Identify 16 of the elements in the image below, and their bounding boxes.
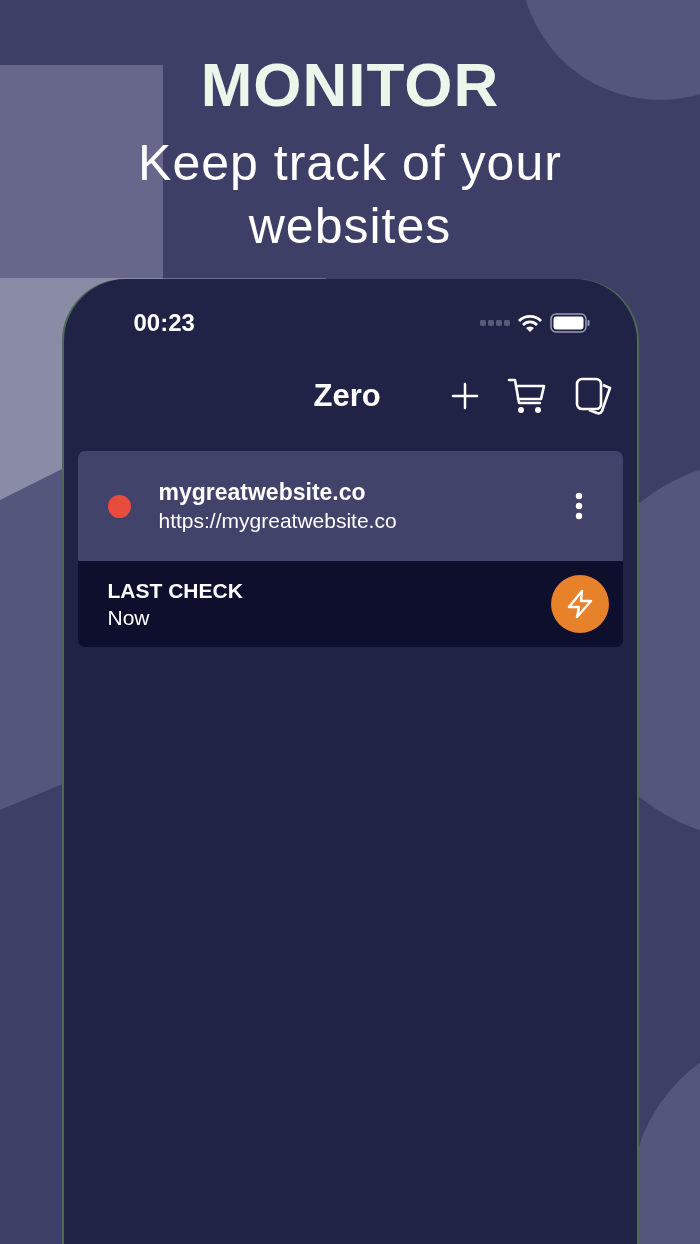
wifi-icon: [517, 314, 542, 332]
check-now-button[interactable]: [550, 575, 609, 633]
cart-icon[interactable]: [506, 377, 547, 415]
site-name: mygreatwebsite.co: [158, 479, 367, 506]
site-url: https://mygreatwebsite.co: [158, 509, 398, 533]
nav-title: Zero: [313, 378, 381, 414]
battery-icon: [549, 313, 590, 333]
signal-icon: [479, 319, 510, 327]
add-icon[interactable]: [450, 382, 479, 410]
check-value: Now: [107, 605, 151, 630]
more-icon[interactable]: [574, 492, 583, 520]
check-label: LAST CHECK: [107, 578, 244, 603]
status-time: 00:23: [133, 309, 195, 337]
cards-icon[interactable]: [574, 377, 613, 415]
headline: MONITOR: [200, 52, 500, 118]
subtitle: Keep track of your websites: [137, 134, 563, 256]
